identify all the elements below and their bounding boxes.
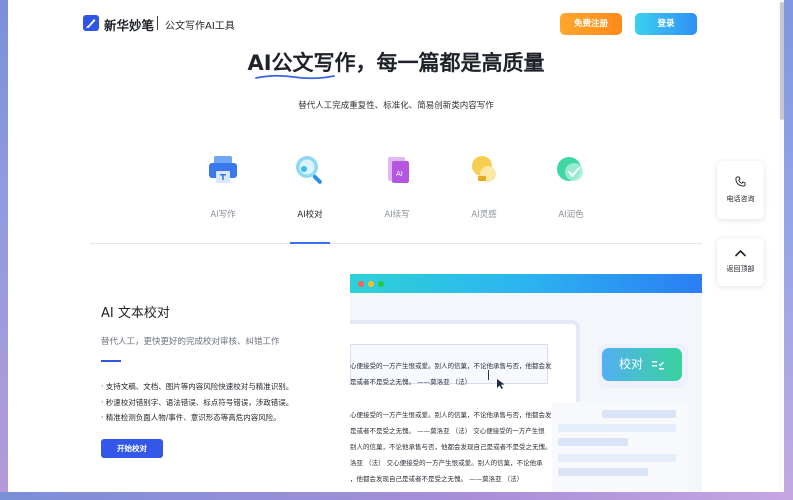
skeleton-line bbox=[558, 468, 648, 476]
feature-accent-bar bbox=[101, 360, 121, 362]
window-frame-bottom bbox=[0, 492, 793, 500]
brand-name[interactable]: 新华妙笔 bbox=[104, 15, 154, 34]
skeleton-line bbox=[558, 454, 676, 462]
brand-tagline: 公文写作AI工具 bbox=[165, 21, 235, 32]
skeleton-line bbox=[558, 424, 676, 432]
tab-label: AI校对 bbox=[297, 210, 323, 220]
register-button[interactable]: 免费注册 bbox=[560, 13, 622, 35]
feature-bullet: · 秒速校对错别字、语法错误、标点符号错误，涉政错误。 bbox=[101, 397, 294, 407]
window-titlebar bbox=[350, 274, 702, 293]
tab-label: AI续写 bbox=[384, 210, 410, 220]
window-frame-right bbox=[784, 0, 793, 500]
doc-line: 心便接受的一方产生恨或爱。别人的信菓，不论他承售与否，他都会发 bbox=[350, 362, 552, 370]
close-dot-icon bbox=[358, 281, 364, 287]
hero-title: AI公文写作，每一篇都是高质量 bbox=[247, 51, 545, 75]
feature-bullets: · 支持文稿、文档、图片等内容风险快速校对与精准识别。 · 秒速校对错别字、语法… bbox=[101, 379, 293, 426]
login-button[interactable]: 登录 bbox=[635, 13, 697, 35]
page: 新华妙笔 公文写作AI工具 免费注册 登录 AI公文写作，每一篇都是高质量 替代… bbox=[8, 0, 784, 492]
proofread-label: 校对 bbox=[619, 357, 644, 371]
list-check-icon bbox=[652, 361, 664, 370]
tabs-divider bbox=[90, 243, 702, 244]
tab-ai-writing[interactable]: AI写作 bbox=[188, 150, 258, 244]
tab-label: AI灵感 bbox=[471, 210, 497, 220]
maximize-dot-icon bbox=[378, 281, 384, 287]
phone-consult-widget[interactable]: 电话咨询 bbox=[717, 161, 764, 219]
document-ai-icon: AI bbox=[388, 157, 409, 183]
proofread-illustration: 心便接受的一方产生恨或爱。别人的信菓，不论他承售与否，他都会发 是或者不是受之无… bbox=[350, 274, 702, 492]
feature-bullet: · 精准检测负面人物/事件、意识形态等高危内容风险。 bbox=[101, 413, 281, 422]
proofread-action[interactable]: 校对 bbox=[602, 348, 682, 381]
phone-consult-label: 电话咨询 bbox=[726, 195, 755, 203]
brand-pen-icon[interactable] bbox=[83, 15, 99, 31]
back-to-top-label: 返回顶部 bbox=[726, 265, 755, 273]
doc-line: ，他都会发现自己是或者不是受之无愧。 ——莫洛亚 （法） bbox=[350, 475, 524, 483]
doc-line: 洛亚 （法） 交心便接受的一方产生恨或爱。别人的信菓，不论他承 bbox=[350, 459, 543, 467]
header: 新华妙笔 公文写作AI工具 免费注册 登录 bbox=[8, 0, 784, 46]
text-caret bbox=[488, 370, 489, 380]
tab-label: AI润色 bbox=[558, 210, 584, 220]
window-frame-left bbox=[0, 0, 8, 500]
tab-ai-continue[interactable]: AI AI续写 bbox=[362, 150, 432, 244]
tab-ai-proofread[interactable]: AI校对 bbox=[275, 150, 345, 244]
svg-text:AI: AI bbox=[396, 170, 403, 178]
hero-subtitle: 替代人工完成重复性、标准化、简易创新类内容写作 bbox=[298, 101, 494, 111]
tab-ai-inspiration[interactable]: AI灵感 bbox=[449, 150, 519, 244]
tab-ai-polish[interactable]: AI润色 bbox=[536, 150, 606, 244]
lightbulb-icon bbox=[472, 156, 496, 182]
minimize-dot-icon bbox=[368, 281, 374, 287]
phone-icon bbox=[735, 176, 746, 187]
tab-label: AI写作 bbox=[210, 210, 236, 220]
doc-line: 是或者不是受之无愧。 ——莫洛亚 （法） bbox=[350, 378, 472, 386]
chevron-up-icon bbox=[735, 249, 746, 257]
feature-subtitle: 替代人工，更快更好的完成校对审核、纠错工作 bbox=[101, 337, 280, 347]
skeleton-line bbox=[602, 410, 676, 418]
printer-icon bbox=[209, 156, 237, 183]
doc-line: 心便接受的一方产生恨或爱。别人的信菓，不论他承售与否，他都会发 bbox=[350, 411, 552, 419]
result-panel bbox=[552, 402, 688, 492]
start-proofread-button[interactable]: 开始校对 bbox=[101, 439, 163, 458]
back-to-top-widget[interactable]: 返回顶部 bbox=[717, 238, 764, 286]
check-badge-icon bbox=[557, 157, 583, 181]
brand-divider bbox=[157, 16, 158, 30]
active-tab-indicator bbox=[290, 242, 330, 244]
magnifier-icon bbox=[296, 156, 322, 184]
feature-bullet: · 支持文稿、文档、图片等内容风险快速校对与精准识别。 bbox=[101, 382, 294, 391]
doc-line: 别人的信菓，不论他承售与否，他都会发现自己是或者不是受之无愧。 bbox=[350, 443, 552, 451]
proofread-badge: 校对 bbox=[598, 344, 688, 388]
cursor-arrow-icon bbox=[497, 379, 505, 389]
hero-title-underline bbox=[255, 74, 335, 80]
scrollbar-thumb[interactable] bbox=[780, 2, 784, 120]
feature-title: AI 文本校对 bbox=[101, 306, 170, 321]
feature-tabs: AI写作 AI校对 AI AI续写 AI灵感 AI润色 bbox=[178, 150, 618, 245]
doc-line: 是或者不是受之无愧。 ——莫洛亚 （法） 交心便接受的一方产生恨 bbox=[350, 427, 545, 435]
document-card: 心便接受的一方产生恨或爱。别人的信菓，不论他承售与否，他都会发 是或者不是受之无… bbox=[350, 320, 580, 492]
skeleton-line bbox=[558, 438, 628, 446]
